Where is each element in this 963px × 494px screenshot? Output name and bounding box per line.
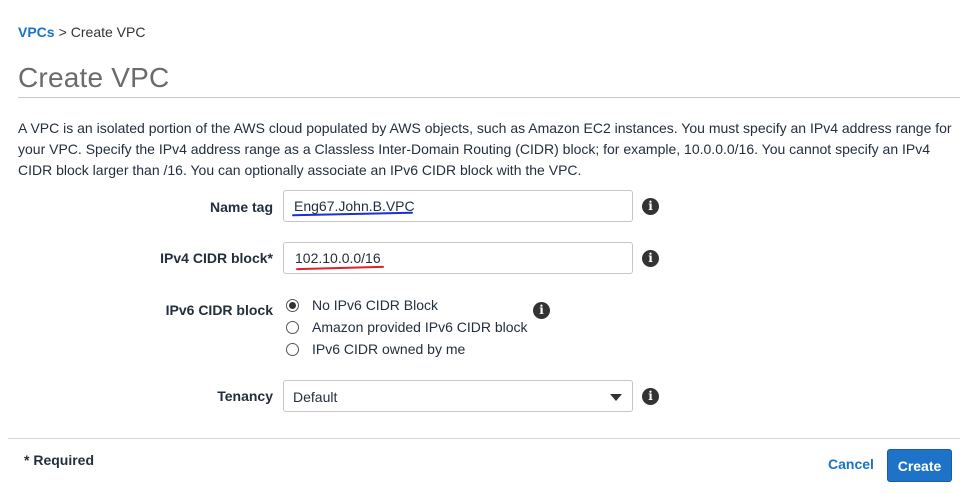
name-tag-label: Name tag <box>209 199 273 215</box>
ipv4-cidr-label: IPv4 CIDR block* <box>160 250 273 266</box>
tenancy-selected-value: Default <box>293 389 338 405</box>
required-note: * Required <box>24 452 95 468</box>
create-button[interactable]: Create <box>887 449 952 482</box>
radio-option-no-ipv6[interactable]: No IPv6 CIDR Block <box>286 296 438 314</box>
radio-option-amazon-ipv6[interactable]: Amazon provided IPv6 CIDR block <box>286 318 528 336</box>
page-title: Create VPC <box>18 62 170 93</box>
cancel-button[interactable]: Cancel <box>828 456 874 472</box>
name-tag-info-icon[interactable]: i <box>642 198 659 215</box>
breadcrumb: VPCs > Create VPC <box>18 24 145 40</box>
radio-button-amazon-ipv6[interactable] <box>286 320 299 334</box>
page-description: A VPC is an isolated portion of the AWS … <box>18 120 952 178</box>
tenancy-select[interactable]: Default <box>283 380 633 412</box>
ipv6-cidr-label: IPv6 CIDR block <box>165 302 273 318</box>
breadcrumb-separator: > <box>58 24 67 40</box>
radio-button-no-ipv6[interactable] <box>286 298 299 312</box>
radio-label-no-ipv6: No IPv6 CIDR Block <box>312 297 439 313</box>
ipv6-cidr-info-icon[interactable]: i <box>533 302 550 319</box>
radio-option-owned-ipv6[interactable]: IPv6 CIDR owned by me <box>286 340 465 358</box>
chevron-down-icon <box>610 394 622 401</box>
tenancy-label: Tenancy <box>217 388 273 404</box>
name-tag-input[interactable] <box>283 190 633 222</box>
radio-label-owned-ipv6: IPv6 CIDR owned by me <box>312 341 466 357</box>
ipv4-cidr-info-icon[interactable]: i <box>642 250 659 267</box>
footer-divider <box>8 438 960 439</box>
breadcrumb-current: Create VPC <box>70 24 146 40</box>
radio-button-owned-ipv6[interactable] <box>286 342 299 356</box>
radio-label-amazon-ipv6: Amazon provided IPv6 CIDR block <box>312 319 528 335</box>
ipv4-cidr-input[interactable] <box>283 242 633 274</box>
title-divider <box>18 97 960 98</box>
tenancy-info-icon[interactable]: i <box>642 388 659 405</box>
breadcrumb-link-vpcs[interactable]: VPCs <box>18 24 55 40</box>
